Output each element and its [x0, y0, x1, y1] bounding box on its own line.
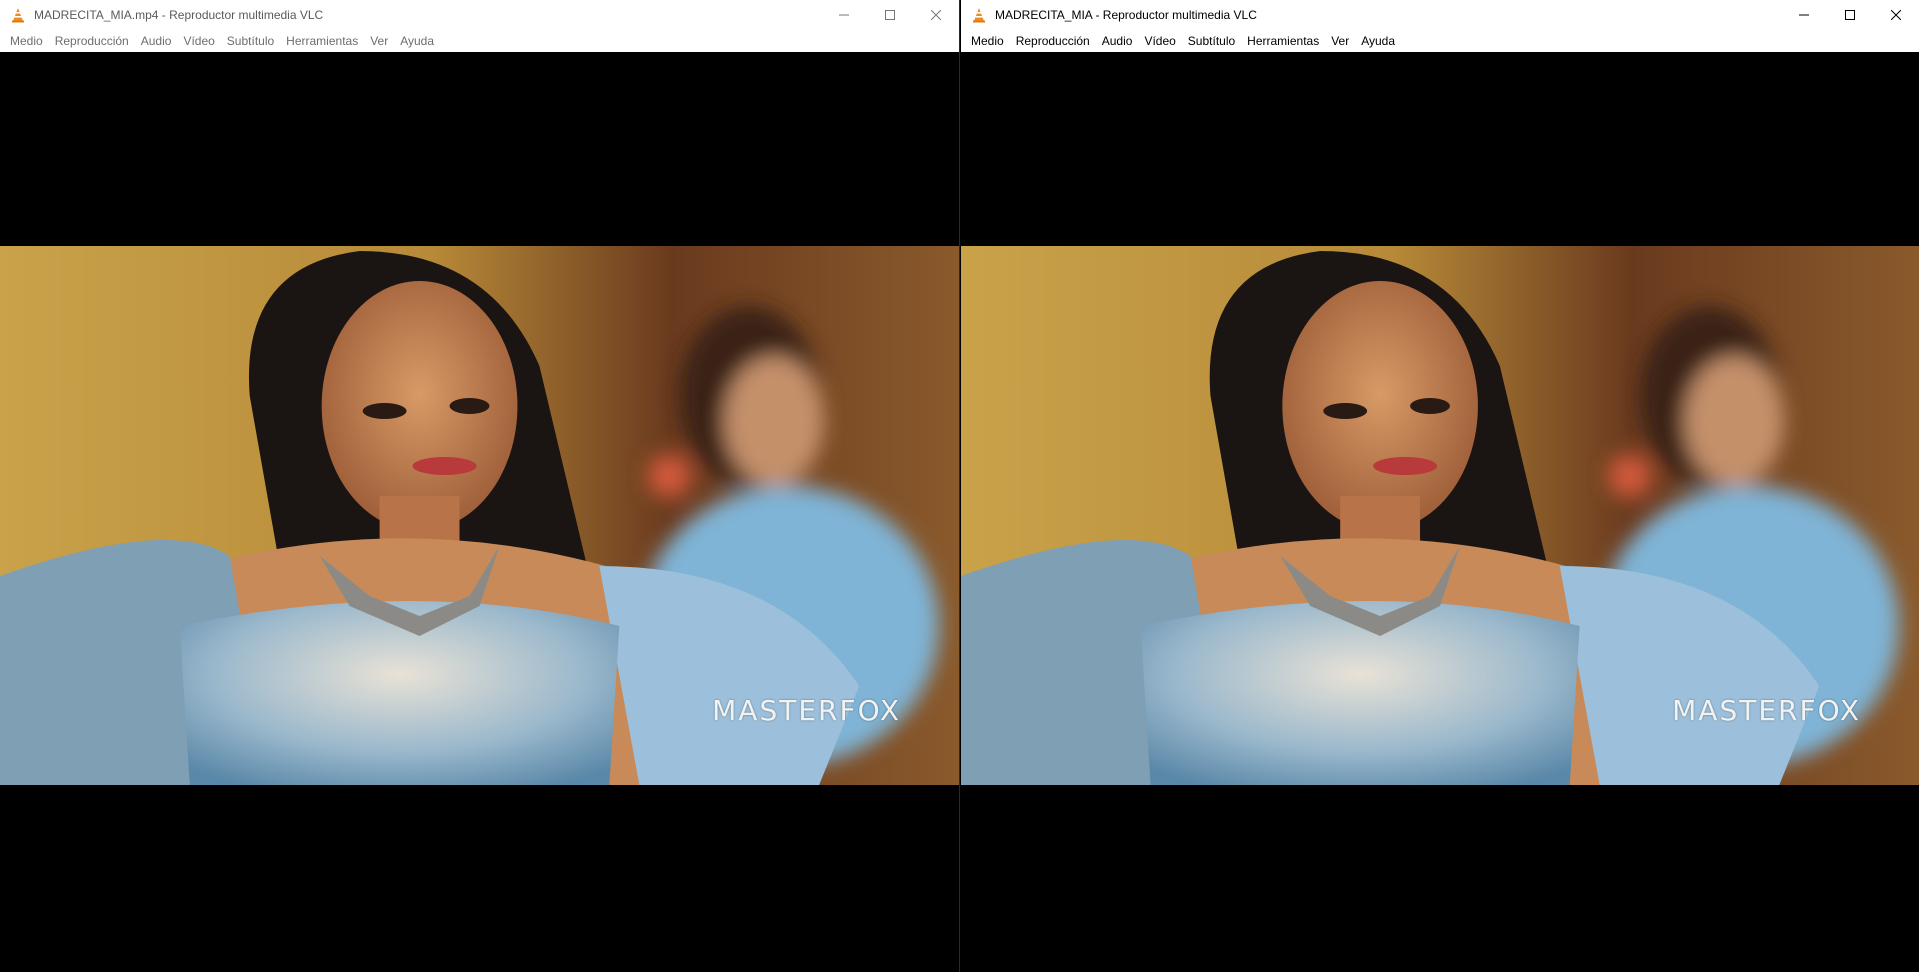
menu-reproduccion[interactable]: Reproducción [49, 30, 135, 52]
window-title: MADRECITA_MIA - Reproductor multimedia V… [995, 8, 1257, 22]
menu-subtitulo[interactable]: Subtítulo [221, 30, 280, 52]
title-bar[interactable]: MADRECITA_MIA - Reproductor multimedia V… [961, 0, 1919, 30]
maximize-icon [1845, 10, 1855, 20]
window-controls [821, 0, 959, 30]
menu-ver[interactable]: Ver [1325, 30, 1355, 52]
vlc-cone-icon [12, 8, 24, 23]
minimize-button[interactable] [821, 0, 867, 30]
menu-audio[interactable]: Audio [135, 30, 178, 52]
window-title: MADRECITA_MIA.mp4 - Reproductor multimed… [34, 8, 324, 22]
vlc-window-left: MADRECITA_MIA.mp4 - Reproductor multimed… [0, 0, 960, 972]
menu-video[interactable]: Vídeo [177, 30, 220, 52]
vlc-cone-icon [973, 8, 985, 23]
title-bar[interactable]: MADRECITA_MIA.mp4 - Reproductor multimed… [0, 0, 959, 30]
menu-herramientas[interactable]: Herramientas [280, 30, 364, 52]
close-icon [931, 10, 941, 20]
maximize-icon [885, 10, 895, 20]
menu-reproduccion[interactable]: Reproducción [1010, 30, 1096, 52]
menu-ver[interactable]: Ver [364, 30, 394, 52]
video-frame: MASTERFOX [0, 246, 959, 785]
vlc-window-right: MADRECITA_MIA - Reproductor multimedia V… [961, 0, 1919, 972]
maximize-button[interactable] [1827, 0, 1873, 30]
maximize-button[interactable] [867, 0, 913, 30]
close-button[interactable] [1873, 0, 1919, 30]
menu-subtitulo[interactable]: Subtítulo [1182, 30, 1241, 52]
close-button[interactable] [913, 0, 959, 30]
video-area[interactable]: MASTERFOX [0, 52, 959, 972]
minimize-button[interactable] [1781, 0, 1827, 30]
menu-bar: Medio Reproducción Audio Vídeo Subtítulo… [0, 30, 959, 53]
menu-ayuda[interactable]: Ayuda [394, 30, 440, 52]
video-watermark: MASTERFOX [712, 694, 901, 727]
minimize-icon [839, 14, 849, 16]
menu-medio[interactable]: Medio [965, 30, 1010, 52]
menu-video[interactable]: Vídeo [1138, 30, 1181, 52]
menu-medio[interactable]: Medio [4, 30, 49, 52]
menu-bar: Medio Reproducción Audio Vídeo Subtítulo… [961, 30, 1919, 53]
close-icon [1891, 10, 1901, 20]
window-controls [1781, 0, 1919, 30]
video-area[interactable]: MASTERFOX [961, 52, 1919, 972]
menu-audio[interactable]: Audio [1096, 30, 1139, 52]
video-watermark: MASTERFOX [1672, 694, 1861, 727]
minimize-icon [1799, 14, 1809, 16]
menu-ayuda[interactable]: Ayuda [1355, 30, 1401, 52]
video-frame: MASTERFOX [961, 246, 1919, 785]
menu-herramientas[interactable]: Herramientas [1241, 30, 1325, 52]
